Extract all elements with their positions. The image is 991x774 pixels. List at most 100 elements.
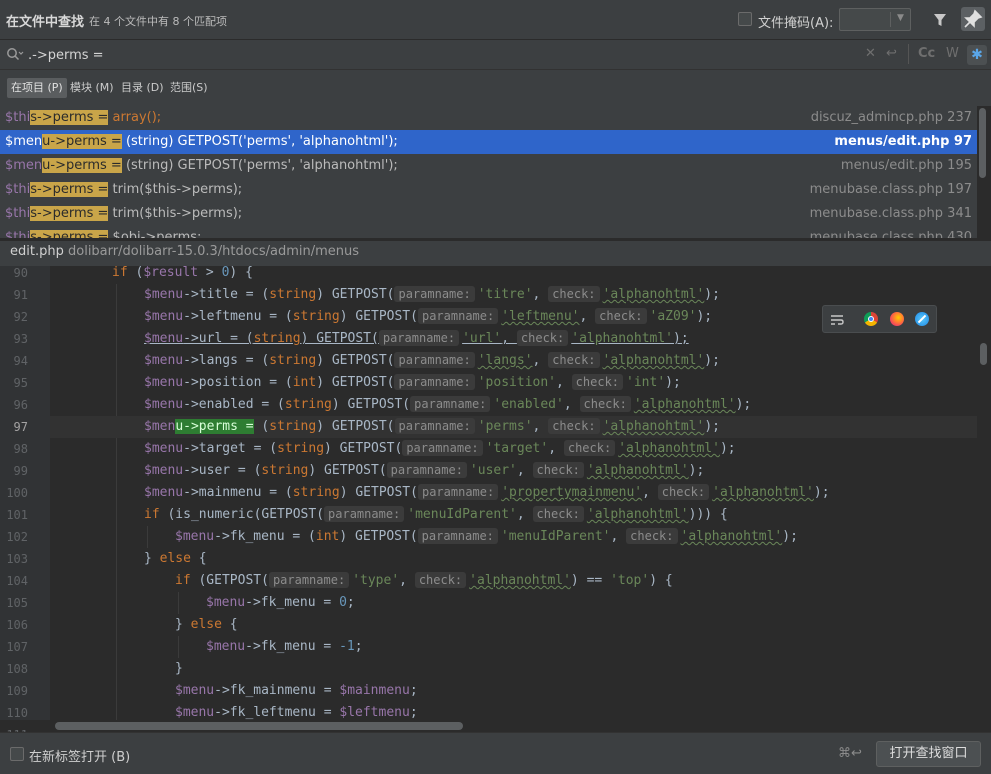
results-list[interactable]: $this->perms = array(); discuz_admincp.p… (0, 106, 977, 238)
param-hint: paramname: (324, 506, 405, 522)
result-match: s->perms = (30, 230, 109, 238)
dialog-title: 在文件中查找 (6, 15, 85, 30)
param-hint: paramname: (417, 308, 499, 324)
param-hint: check: (657, 484, 710, 500)
code-line: $menu->fk_menu = 0; (206, 595, 355, 610)
line-number: 95 (13, 376, 28, 390)
param-hint: check: (516, 330, 569, 346)
code-line-current: $menu->perms = (string) GETPOST(paramnam… (50, 416, 977, 438)
param-hint: check: (563, 440, 616, 456)
code-line: $menu->position = (int) GETPOST(paramnam… (144, 374, 681, 390)
result-row[interactable]: $menu->perms = (string) GETPOST('perms',… (0, 154, 977, 178)
scope-project[interactable]: 在项目 (P) (7, 78, 67, 98)
code-line: $menu->target = (string) GETPOST(paramna… (144, 440, 736, 456)
file-mask-combo[interactable]: ▼ (839, 8, 911, 31)
code-line: } (175, 661, 183, 676)
regex-icon[interactable]: ✱ (967, 45, 987, 65)
toolbar-separator (908, 44, 909, 64)
soft-wrap-icon[interactable] (830, 312, 844, 326)
result-row[interactable]: $this->perms = $obj->perms; menubase.cla… (0, 226, 977, 238)
code-line: $menu->user = (string) GETPOST(paramname… (144, 462, 705, 478)
result-prefix: $men (5, 158, 43, 173)
line-number: 103 (6, 552, 28, 566)
code-line: if (GETPOST(paramname:'type', check:'alp… (175, 572, 673, 588)
vertical-scrollbar[interactable] (980, 343, 987, 365)
param-hint: paramname: (417, 528, 498, 544)
line-number: 106 (6, 618, 28, 632)
firefox-icon[interactable] (890, 312, 904, 326)
line-number: 99 (13, 464, 28, 478)
safari-icon[interactable] (915, 312, 929, 326)
line-number: 101 (6, 508, 28, 522)
result-prefix: $thi (5, 182, 31, 197)
chrome-icon[interactable] (864, 312, 878, 326)
param-hint: paramname: (394, 374, 475, 390)
match-summary: 在 4 个文件中有 8 个匹配项 (89, 15, 227, 28)
line-number: 104 (6, 574, 28, 588)
combo-separator (890, 12, 891, 27)
newline-icon[interactable]: ↩ (886, 46, 897, 61)
open-in-new-tab-checkbox[interactable] (10, 747, 24, 761)
result-prefix: $thi (5, 110, 31, 125)
result-suffix: $obj->perms; (108, 230, 202, 238)
result-suffix: (string) GETPOST('perms', 'alphanohtml')… (121, 134, 398, 149)
filter-icon[interactable] (930, 9, 950, 31)
search-input[interactable] (28, 46, 728, 64)
code-preview[interactable]: if ($result > 0) { $menu->title = (strin… (50, 266, 977, 720)
preview-file-name: edit.php (10, 244, 64, 259)
result-file: menus/edit.php 195 (840, 158, 972, 173)
param-hint: paramname: (417, 484, 499, 500)
line-number: 110 (6, 706, 28, 720)
param-hint: check: (414, 572, 467, 588)
param-hint: check: (571, 374, 624, 390)
scope-module[interactable]: 模块 (M) (66, 78, 118, 98)
line-number: 105 (6, 596, 28, 610)
file-mask-checkbox[interactable] (738, 12, 752, 26)
code-line: if (is_numeric(GETPOST(paramname:'menuId… (144, 506, 728, 522)
result-file: menubase.class.php 430 (809, 230, 972, 238)
code-line: $menu->mainmenu = (string) GETPOST(param… (144, 484, 830, 500)
results-scrollbar[interactable] (979, 108, 986, 178)
scope-directory[interactable]: 目录 (D) (117, 78, 168, 98)
search-icon[interactable] (6, 47, 24, 63)
line-number: 91 (13, 288, 28, 302)
line-number: 107 (6, 640, 28, 654)
result-suffix: trim($this->perms); (108, 182, 243, 197)
open-find-window-button[interactable]: 打开查找窗口 (876, 741, 981, 767)
code-line: $menu->fk_mainmenu = $mainmenu; (175, 683, 418, 698)
result-row[interactable]: $this->perms = trim($this->perms); menub… (0, 178, 977, 202)
param-hint: check: (579, 396, 631, 412)
result-row[interactable]: $this->perms = array(); discuz_admincp.p… (0, 106, 977, 130)
result-file: menubase.class.php 197 (809, 182, 972, 197)
result-row[interactable]: $this->perms = trim($this->perms); menub… (0, 202, 977, 226)
code-line: } else { (144, 551, 207, 566)
param-hint: check: (532, 506, 584, 522)
line-number: 109 (6, 684, 28, 698)
result-match: u->perms = (42, 158, 122, 173)
pin-icon[interactable] (961, 7, 985, 31)
line-number-gutter: 90 91 92 93 94 95 96 97 98 99 100 101 10… (0, 266, 50, 742)
code-line: $menu->fk_menu = -1; (206, 639, 363, 654)
file-mask-label: 文件掩码(A): (758, 16, 834, 31)
result-match: u->perms = (42, 134, 122, 149)
param-hint: paramname: (268, 572, 350, 588)
line-number: 102 (6, 530, 28, 544)
line-number: 93 (13, 332, 28, 346)
code-line: $menu->fk_leftmenu = $leftmenu; (175, 705, 418, 720)
param-hint: paramname: (410, 396, 491, 412)
match-case-icon[interactable]: Cc (918, 46, 935, 61)
horizontal-scrollbar[interactable] (55, 722, 463, 730)
param-hint: paramname: (394, 418, 475, 434)
result-prefix: $men (5, 134, 43, 149)
result-row-selected[interactable]: $menu->perms = (string) GETPOST('perms',… (0, 130, 977, 154)
clear-icon[interactable]: ✕ (865, 46, 876, 61)
scope-scope[interactable]: 范围(S) (166, 78, 212, 98)
param-hint: paramname: (378, 330, 460, 346)
result-suffix: trim($this->perms); (108, 206, 243, 221)
param-hint: check: (548, 286, 600, 302)
param-hint: check: (548, 352, 600, 368)
line-number: 94 (13, 354, 28, 368)
chevron-down-icon: ▼ (897, 13, 904, 23)
shortcut-hint: ⌘↩ (838, 746, 862, 761)
whole-word-icon[interactable]: W (946, 46, 959, 61)
